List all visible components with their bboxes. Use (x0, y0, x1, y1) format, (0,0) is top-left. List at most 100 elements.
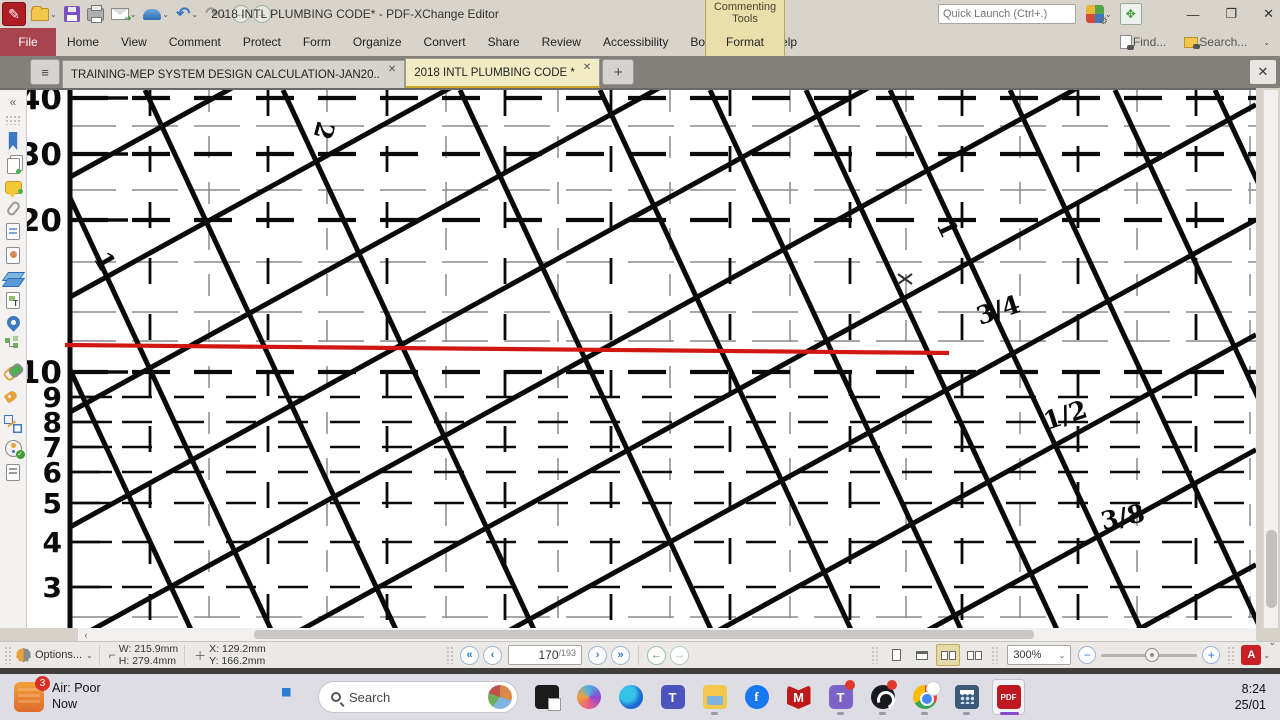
taskbar-facebook[interactable]: f (740, 679, 773, 715)
tab-list-menu-button[interactable]: ≡ (30, 59, 60, 85)
next-page-button[interactable]: › (588, 645, 608, 665)
options-gear-icon (16, 647, 31, 663)
vertical-scrollbar[interactable] (1263, 90, 1278, 628)
next-view-button[interactable]: → (670, 645, 690, 665)
fit-page-button[interactable] (910, 644, 934, 666)
content-icon[interactable] (6, 291, 20, 309)
taskbar-pdf-xchange[interactable]: PDF (992, 679, 1025, 715)
menu-comment[interactable]: Comment (158, 28, 232, 56)
horizontal-scrollbar-thumb[interactable] (254, 630, 1034, 639)
taskbar-copilot[interactable] (572, 679, 605, 715)
customize-toolbars-button[interactable]: ⌄ (1084, 3, 1114, 27)
quick-launch-box[interactable] (938, 4, 1097, 24)
statusbar-grip[interactable] (991, 646, 1000, 664)
accessibility-report-icon[interactable] (6, 463, 20, 481)
taskbar-mcafee[interactable]: M (782, 679, 815, 715)
zoom-slider-knob[interactable] (1145, 648, 1160, 662)
taskbar-teams[interactable]: T (656, 679, 689, 715)
zoom-slider[interactable] (1101, 646, 1198, 664)
form-fields-icon[interactable] (6, 222, 20, 240)
comments-icon[interactable] (4, 180, 23, 198)
menu-protect[interactable]: Protect (232, 28, 292, 56)
page-number-input[interactable]: 170 /193 (508, 645, 583, 665)
taskbar-search-box[interactable]: Search (318, 681, 518, 713)
menu-share[interactable]: Share (477, 28, 531, 56)
last-page-button[interactable]: » (611, 645, 631, 665)
bookmarks-icon[interactable] (8, 131, 18, 151)
find-button[interactable]: Find... (1118, 31, 1168, 53)
edge-icon (618, 685, 643, 709)
start-button[interactable] (274, 680, 308, 714)
statusbar-grip[interactable] (446, 646, 455, 664)
taskbar-clock[interactable]: 8:24 25/01 (1235, 674, 1266, 720)
commenting-tools-contextual-tab[interactable]: Commenting Tools Format (705, 0, 785, 56)
taskbar-file-explorer[interactable] (698, 679, 731, 715)
menu-format[interactable]: Format (706, 28, 784, 56)
digital-signatures-icon[interactable] (6, 246, 20, 264)
menu-accessibility[interactable]: Accessibility (592, 28, 679, 56)
taskbar-teams-work[interactable]: T (824, 679, 857, 715)
links-icon[interactable] (4, 362, 23, 381)
taskbar-calculator[interactable] (950, 679, 983, 715)
close-document-button[interactable]: ✕ (1250, 60, 1276, 84)
accessibility-check-icon[interactable] (4, 439, 25, 459)
horizontal-scrollbar[interactable]: ‹ (78, 628, 1256, 641)
tags-icon[interactable] (4, 388, 23, 407)
previous-view-button[interactable]: ← (647, 645, 667, 665)
minimize-button[interactable]: — (1186, 7, 1199, 22)
menu-organize[interactable]: Organize (342, 28, 413, 56)
panel-collapse-chevron-icon[interactable]: ⌄ (1268, 637, 1276, 648)
scroll-left-icon[interactable]: ‹ (78, 630, 94, 640)
new-tab-button[interactable]: + (602, 59, 635, 85)
pdf-page-canvas[interactable]: 4030201098765432113/41/23/8 (27, 88, 1256, 628)
structure-tree-icon[interactable] (4, 336, 23, 355)
options-button[interactable]: Options... (35, 649, 82, 661)
obs-icon (870, 685, 895, 709)
search-button[interactable]: Search... (1182, 31, 1249, 53)
single-page-view-button[interactable] (884, 644, 908, 666)
close-button[interactable]: ✕ (1263, 6, 1274, 22)
menu-file[interactable]: File (0, 28, 56, 56)
taskbar-task-view[interactable] (530, 679, 563, 715)
fullscreen-button[interactable]: ✥ (1119, 3, 1142, 25)
zoom-in-button[interactable]: + (1202, 646, 1221, 664)
taskbar-edge[interactable] (614, 679, 647, 715)
tab-close-icon[interactable]: ✕ (583, 62, 591, 73)
doc-tab-2018-intl-plumbing-code[interactable]: 2018 INTL PLUMBING CODE * ✕ (405, 58, 601, 88)
doc-tab-training-mep[interactable]: TRAINING-MEP SYSTEM DESIGN CALCULATION-J… (62, 60, 406, 88)
attachments-icon[interactable] (4, 199, 22, 217)
taskbar-chrome[interactable] (908, 679, 941, 715)
zoom-level-select[interactable]: 300% ⌄ (1007, 645, 1072, 665)
menu-review[interactable]: Review (531, 28, 592, 56)
named-destinations-icon[interactable] (3, 312, 23, 332)
menu-convert[interactable]: Convert (413, 28, 477, 56)
first-page-button[interactable]: « (460, 645, 480, 665)
statusbar-grip[interactable] (4, 646, 12, 664)
multi-page-view-button[interactable] (962, 644, 986, 666)
open-in-adobe-reader-button[interactable]: A (1241, 645, 1262, 665)
statusbar-grip[interactable] (871, 646, 880, 664)
search-highlight-image[interactable] (488, 685, 512, 709)
statusbar-grip[interactable] (1227, 646, 1236, 664)
maximize-button[interactable]: ❐ (1225, 6, 1237, 22)
reading-order-icon[interactable] (3, 414, 23, 433)
svg-text:30: 30 (27, 137, 62, 173)
menu-form[interactable]: Form (292, 28, 342, 56)
taskbar-obs[interactable] (866, 679, 899, 715)
previous-page-button[interactable]: ‹ (483, 645, 503, 665)
weather-line1: Air: Poor (52, 681, 101, 696)
quick-launch-input[interactable] (939, 8, 1089, 20)
vertical-scrollbar-thumb[interactable] (1266, 530, 1277, 608)
two-page-view-button[interactable] (936, 644, 961, 666)
tab-close-icon[interactable]: ✕ (388, 64, 396, 75)
layers-icon[interactable] (5, 271, 21, 285)
menu-view[interactable]: View (110, 28, 158, 56)
statusbar-overflow-chevron-icon[interactable]: ⌄ (1263, 651, 1270, 660)
ribbon-overflow-chevron-icon[interactable]: ⌄ (1263, 38, 1270, 47)
menu-home[interactable]: Home (56, 28, 110, 56)
collapse-sidebar-icon[interactable]: « (4, 95, 23, 109)
drag-grip-icon[interactable] (5, 114, 21, 125)
zoom-out-button[interactable]: − (1078, 646, 1097, 664)
page-thumbnails-icon[interactable] (6, 157, 21, 174)
weather-widget[interactable]: 3 Air: Poor Now (0, 676, 230, 712)
